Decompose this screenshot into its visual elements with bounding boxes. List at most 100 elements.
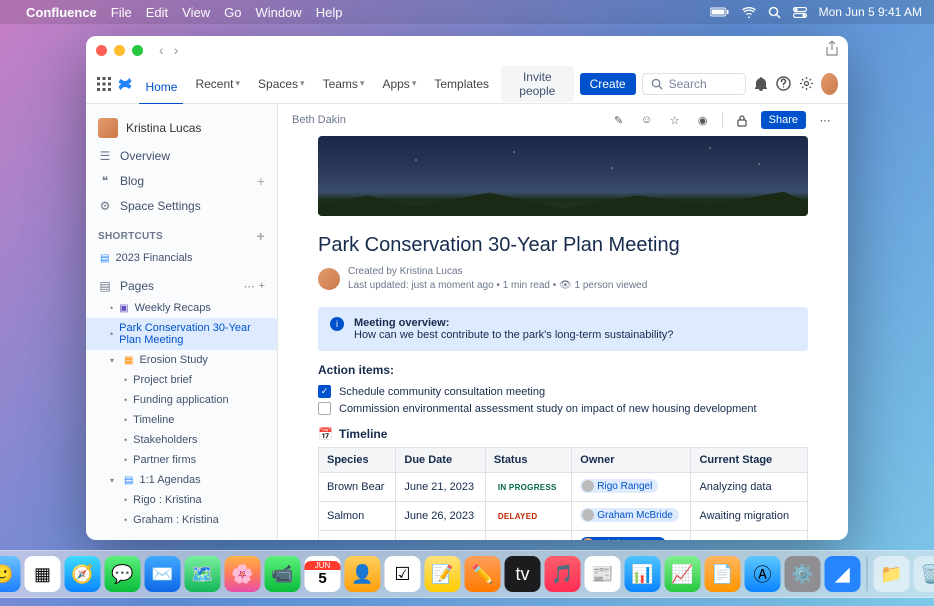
sidebar-space-settings[interactable]: ⚙ Space Settings [86, 194, 277, 218]
tree-rigo[interactable]: •Rigo : Kristina [86, 490, 277, 510]
help-icon[interactable] [775, 73, 792, 95]
dock-finder[interactable]: 🙂 [0, 556, 21, 592]
page-title: Park Conservation 30-Year Plan Meeting [318, 234, 808, 257]
tree-stakeholders[interactable]: •Stakeholders [86, 430, 277, 450]
dock-calendar[interactable]: JUN5 [305, 556, 341, 592]
comment-icon[interactable]: ☺ [638, 111, 656, 129]
tree-agendas[interactable]: ▾ ▤ 1:1 Agendas [86, 470, 277, 490]
menu-window[interactable]: Window [255, 5, 301, 20]
mention-avatar [582, 480, 594, 492]
collapse-icon[interactable]: ▾ [110, 356, 118, 365]
dock-notes[interactable]: 📝 [425, 556, 461, 592]
blog-icon: ❝ [98, 174, 112, 188]
menu-edit[interactable]: Edit [146, 5, 168, 20]
menu-go[interactable]: Go [224, 5, 241, 20]
battery-icon[interactable] [710, 7, 730, 17]
menu-view[interactable]: View [182, 5, 210, 20]
pages-section[interactable]: ▤ Pages ⋯+ [86, 274, 277, 298]
dock-photos[interactable]: 🌸 [225, 556, 261, 592]
breadcrumb-author[interactable]: Beth Dakin [292, 114, 346, 126]
dock-numbers[interactable]: 📈 [665, 556, 701, 592]
tree-weekly-recaps[interactable]: • ▣ Weekly Recaps [86, 298, 277, 318]
dock-launchpad[interactable]: ▦ [25, 556, 61, 592]
task-checkbox[interactable] [318, 402, 331, 415]
control-center-icon[interactable] [793, 7, 807, 18]
wifi-icon[interactable] [742, 7, 756, 18]
dock-contacts[interactable]: 👤 [345, 556, 381, 592]
tree-graham[interactable]: •Graham : Kristina [86, 510, 277, 530]
invite-people-button[interactable]: Invite people [501, 66, 574, 102]
dock-reminders[interactable]: ☑︎ [385, 556, 421, 592]
menu-help[interactable]: Help [316, 5, 343, 20]
menu-file[interactable]: File [111, 5, 132, 20]
spotlight-icon[interactable] [768, 6, 781, 19]
confluence-logo-icon[interactable] [117, 74, 133, 94]
tree-erosion-study[interactable]: ▾ ▦ Erosion Study [86, 350, 277, 370]
notifications-icon[interactable] [752, 73, 769, 95]
minimize-window-button[interactable] [114, 45, 125, 56]
author-avatar[interactable] [318, 268, 340, 290]
space-header[interactable]: Kristina Lucas [86, 112, 277, 144]
menubar-datetime[interactable]: Mon Jun 5 9:41 AM [819, 5, 922, 19]
user-mention[interactable]: Kristina Lucas [580, 537, 666, 540]
add-page-icon[interactable]: + [259, 280, 265, 293]
cell-stage: Awaiting migration [691, 502, 808, 531]
nav-home[interactable]: Home [139, 76, 183, 105]
dock-settings[interactable]: ⚙️ [785, 556, 821, 592]
dock-music[interactable]: 🎵 [545, 556, 581, 592]
macos-share-icon[interactable] [826, 41, 838, 59]
close-window-button[interactable] [96, 45, 107, 56]
sidebar-blog[interactable]: ❝ Blog + [86, 168, 277, 194]
share-button[interactable]: Share [761, 111, 806, 129]
tree-timeline[interactable]: •Timeline [86, 410, 277, 430]
dock-pages[interactable]: 📄 [705, 556, 741, 592]
tree-funding[interactable]: •Funding application [86, 390, 277, 410]
nav-spaces[interactable]: Spaces▾ [252, 73, 311, 95]
dock-mail[interactable]: ✉️ [145, 556, 181, 592]
collapse-icon[interactable]: ▾ [110, 476, 118, 485]
dock-downloads[interactable]: 📁 [874, 556, 910, 592]
nav-recent[interactable]: Recent▾ [189, 73, 246, 95]
more-actions-icon[interactable]: ⋯ [816, 111, 834, 129]
dock-news[interactable]: 📰 [585, 556, 621, 592]
dock-facetime[interactable]: 📹 [265, 556, 301, 592]
cell-owner: Kristina Lucas [572, 531, 691, 541]
nav-templates[interactable]: Templates [428, 73, 495, 95]
edit-icon[interactable]: ✎ [610, 111, 628, 129]
tree-project-brief[interactable]: •Project brief [86, 370, 277, 390]
shortcut-2023-financials[interactable]: ▤ 2023 Financials [86, 248, 277, 268]
dock-confluence[interactable]: ◢ [825, 556, 861, 592]
nav-forward-icon[interactable]: › [174, 42, 179, 58]
restrictions-lock-icon[interactable] [733, 111, 751, 129]
star-icon[interactable]: ☆ [666, 111, 684, 129]
menu-app-name[interactable]: Confluence [26, 5, 97, 20]
watch-icon[interactable]: ◉ [694, 111, 712, 129]
tree-park-meeting[interactable]: • Park Conservation 30-Year Plan Meeting [86, 318, 277, 350]
user-mention[interactable]: Graham McBride [580, 508, 679, 522]
tree-partner-firms[interactable]: •Partner firms [86, 450, 277, 470]
sidebar-overview[interactable]: ☰ Overview [86, 144, 277, 168]
add-blog-icon[interactable]: + [257, 173, 265, 189]
more-pages-icon[interactable]: ⋯ [244, 280, 255, 293]
user-mention[interactable]: Rigo Rangel [580, 479, 658, 493]
cell-due: June 21, 2023 [396, 473, 485, 502]
dock-freeform[interactable]: ✏️ [465, 556, 501, 592]
app-switcher-icon[interactable] [96, 74, 111, 94]
add-shortcut-icon[interactable]: + [257, 228, 265, 244]
task-checkbox[interactable]: ✓ [318, 385, 331, 398]
dock-safari[interactable]: 🧭 [65, 556, 101, 592]
nav-apps[interactable]: Apps▾ [376, 73, 422, 95]
create-button[interactable]: Create [580, 73, 636, 95]
dock-tv[interactable]: tv [505, 556, 541, 592]
dock-appstore[interactable]: Ⓐ [745, 556, 781, 592]
nav-teams[interactable]: Teams▾ [317, 73, 371, 95]
settings-gear-icon[interactable] [798, 73, 815, 95]
zoom-window-button[interactable] [132, 45, 143, 56]
search-input[interactable]: Search [642, 73, 746, 95]
dock-maps[interactable]: 🗺️ [185, 556, 221, 592]
dock-keynote[interactable]: 📊 [625, 556, 661, 592]
nav-back-icon[interactable]: ‹ [159, 42, 164, 58]
dock-messages[interactable]: 💬 [105, 556, 141, 592]
profile-avatar[interactable] [821, 73, 838, 95]
dock-trash[interactable]: 🗑️ [914, 556, 934, 592]
